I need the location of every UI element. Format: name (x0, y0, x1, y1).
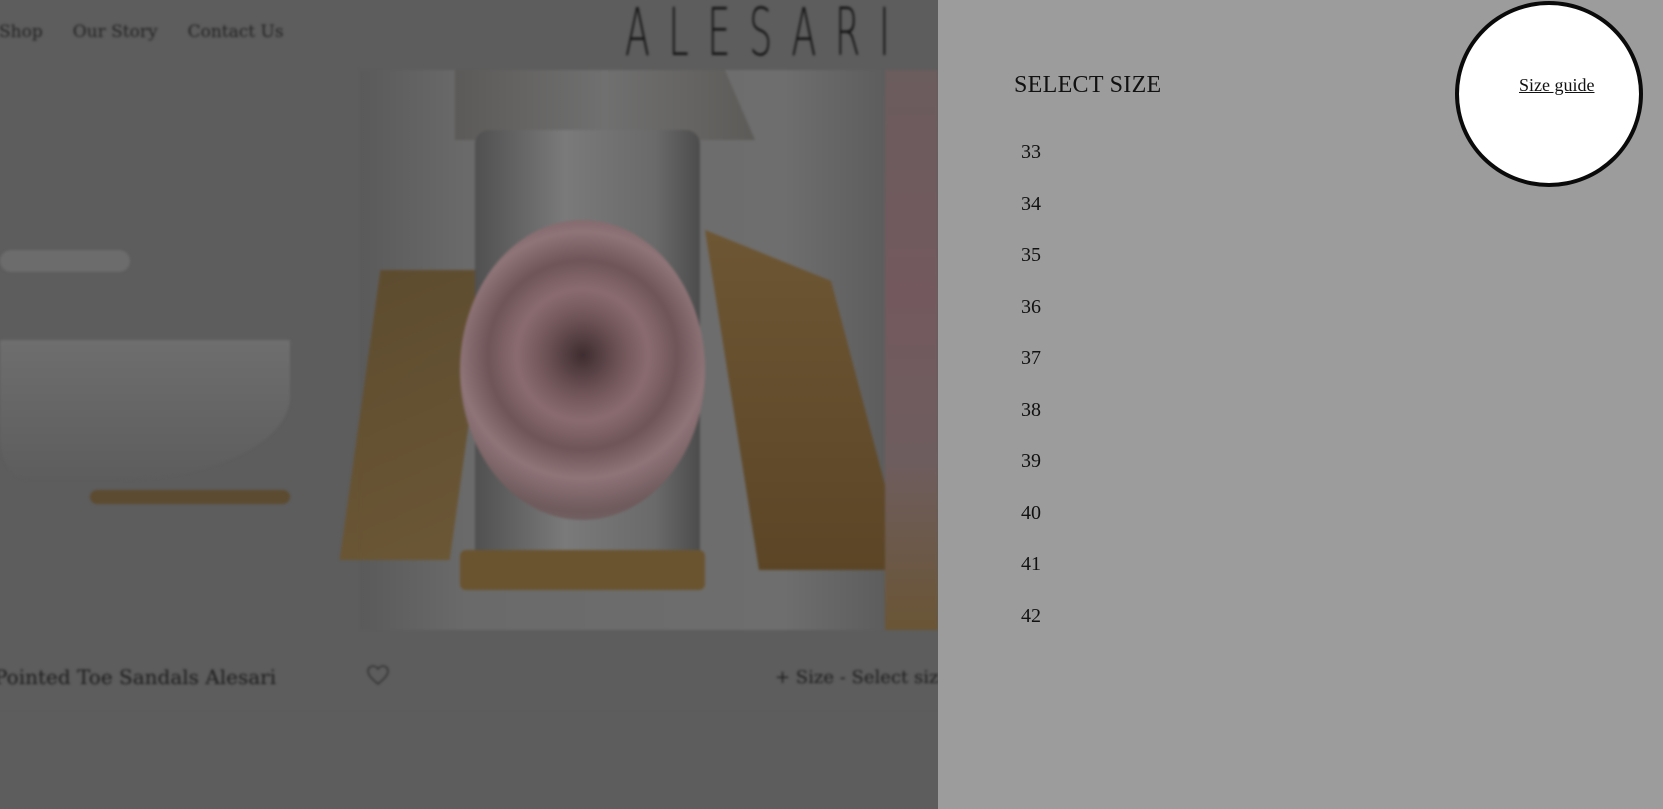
size-option-35[interactable]: 35 (1021, 241, 1041, 293)
size-option-39[interactable]: 39 (1021, 447, 1041, 499)
size-drawer: SELECT SIZE 33 34 35 36 37 38 39 40 41 4… (938, 0, 1663, 809)
heart-icon[interactable] (366, 664, 390, 686)
drawer-title: SELECT SIZE (1014, 72, 1162, 98)
nav-link-contact-us[interactable]: Contact Us (188, 22, 284, 42)
brand-logo[interactable]: ALESARI (625, 0, 908, 66)
size-list: 33 34 35 36 37 38 39 40 41 42 (1021, 138, 1041, 653)
size-guide-link[interactable]: Size guide (1519, 75, 1594, 96)
size-option-36[interactable]: 36 (1021, 293, 1041, 345)
size-option-33[interactable]: 33 (1021, 138, 1041, 190)
size-option-40[interactable]: 40 (1021, 499, 1041, 551)
size-option-38[interactable]: 38 (1021, 396, 1041, 448)
product-image-right (885, 70, 938, 630)
product-page-background: Shop Our Story Contact Us ALESARI Pointe… (0, 0, 938, 809)
top-navigation: Shop Our Story Contact Us (0, 22, 284, 42)
rose-heel-detail (460, 220, 705, 520)
size-option-41[interactable]: 41 (1021, 550, 1041, 602)
size-option-42[interactable]: 42 (1021, 602, 1041, 654)
size-select-trigger[interactable]: + Size - Select size (775, 667, 938, 688)
nav-link-shop[interactable]: Shop (0, 22, 43, 42)
product-image-gallery (0, 70, 938, 630)
product-image-left (0, 160, 330, 520)
size-option-37[interactable]: 37 (1021, 344, 1041, 396)
size-option-34[interactable]: 34 (1021, 190, 1041, 242)
nav-link-our-story[interactable]: Our Story (73, 22, 158, 42)
product-title: Pointed Toe Sandals Alesari (0, 665, 277, 689)
